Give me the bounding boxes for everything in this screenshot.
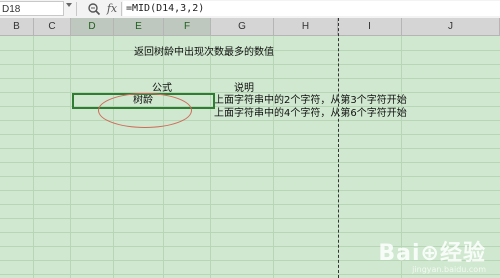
baidu-jingyan-watermark: Bai⊕经验 jingyan.baidu.com xyxy=(378,235,486,274)
description-line-2: 上面字符串中的4个字符，从第6个字符开始 xyxy=(214,108,407,119)
fx-icon[interactable]: fx xyxy=(104,1,120,17)
description-line-1: 上面字符串中的2个字符，从第3个字符开始 xyxy=(214,95,407,106)
column-header-h[interactable]: H xyxy=(274,18,338,35)
column-header-g[interactable]: G xyxy=(211,18,274,35)
name-box[interactable]: D18 xyxy=(0,1,64,16)
column-header-j[interactable]: J xyxy=(402,18,500,35)
sheet-title: 返回树龄中出现次数最多的数值 xyxy=(134,47,274,58)
magnifier-icon[interactable] xyxy=(87,2,101,16)
page-break-line xyxy=(338,18,339,278)
column-header-d[interactable]: D xyxy=(71,18,114,35)
name-box-dropdown-icon[interactable] xyxy=(66,3,72,7)
column-header-b[interactable]: B xyxy=(0,18,34,35)
column-header-e[interactable]: E xyxy=(114,18,164,35)
highlight-ellipse xyxy=(98,93,192,128)
formula-input[interactable]: =MID(D14,3,2) xyxy=(123,1,500,16)
column-header-i[interactable]: I xyxy=(338,18,402,35)
column-header-c[interactable]: C xyxy=(34,18,71,35)
column-headers: B C D E F G H I J xyxy=(0,18,500,36)
watermark-logo: Bai⊕经验 xyxy=(378,241,486,266)
divider xyxy=(121,2,122,16)
column-header-f[interactable]: F xyxy=(164,18,211,35)
divider xyxy=(76,2,77,16)
formula-bar: D18 fx =MID(D14,3,2) xyxy=(0,0,500,19)
